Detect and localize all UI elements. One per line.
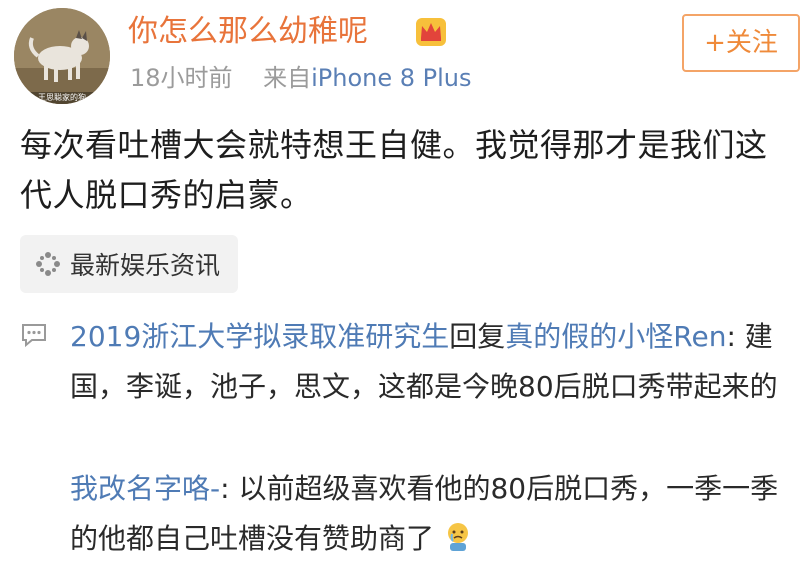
weibo-post-card: 王思聪家的狗 你怎么那么幼稚呢 18小时前 来自iPhone 8 Plus +关… bbox=[0, 0, 803, 566]
follow-button[interactable]: +关注 bbox=[682, 14, 800, 72]
topic-label: 最新娱乐资讯 bbox=[70, 251, 221, 280]
topic-chip[interactable]: 最新娱乐资讯 bbox=[20, 235, 239, 293]
source-device-link[interactable]: iPhone 8 Plus bbox=[311, 64, 471, 92]
avatar[interactable]: 王思聪家的狗 bbox=[14, 8, 110, 104]
comment-item: 我改名字咯-: 以前超级喜欢看他的80后脱口秀，一季一季的他都自己吐槽没有赞助商… bbox=[70, 464, 800, 564]
comment-user-link[interactable]: 我改名字咯- bbox=[70, 472, 220, 505]
username-link[interactable]: 你怎么那么幼稚呢 bbox=[128, 12, 368, 52]
source-prefix: 来自 bbox=[263, 64, 312, 92]
post-meta: 18小时前 来自iPhone 8 Plus bbox=[130, 62, 472, 94]
post-text: 每次看吐槽大会就特想王自健。我觉得那才是我们这代人脱口秀的启蒙。 bbox=[20, 126, 768, 214]
avatar-caption: 王思聪家的狗 bbox=[38, 93, 86, 102]
crying-emoji-icon bbox=[443, 519, 473, 551]
reply-word: 回复 bbox=[449, 320, 506, 353]
comment-item: 2019浙江大学拟录取准研究生回复真的假的小怪Ren: 建国，李诞，池子，思文，… bbox=[70, 312, 800, 412]
crown-icon bbox=[414, 16, 448, 48]
comment-user-link[interactable]: 2019浙江大学拟录取准研究生 bbox=[70, 320, 449, 353]
comment-icon bbox=[20, 322, 48, 348]
reply-to-user-link[interactable]: 真的假的小怪Ren bbox=[505, 320, 726, 353]
sparkle-icon bbox=[34, 250, 62, 278]
post-time: 18小时前 bbox=[130, 64, 233, 92]
